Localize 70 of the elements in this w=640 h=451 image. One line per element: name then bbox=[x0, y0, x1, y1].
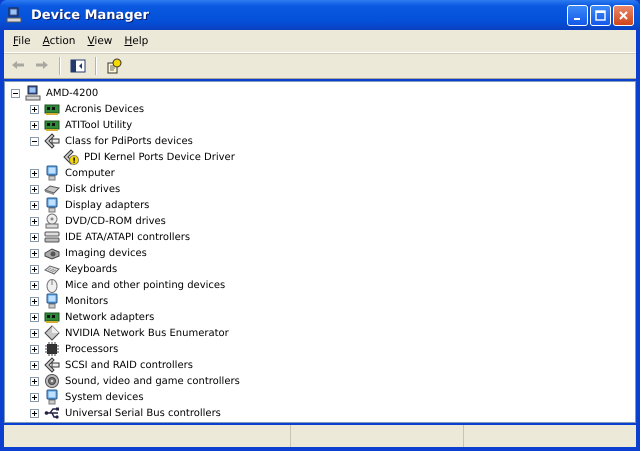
expand-toggle[interactable] bbox=[30, 360, 39, 370]
minimize-button[interactable] bbox=[567, 4, 588, 26]
speaker-icon bbox=[44, 373, 60, 389]
usb-icon bbox=[44, 405, 60, 421]
connector-icon bbox=[44, 133, 60, 149]
menu-item[interactable]: Action bbox=[36, 33, 82, 49]
tree-item[interactable]: Computer bbox=[64, 166, 116, 180]
computer-icon bbox=[6, 7, 22, 23]
tree-item[interactable]: Class for PdiPorts devices bbox=[64, 134, 194, 148]
tree-item[interactable]: Network adapters bbox=[64, 310, 156, 324]
tree-item[interactable]: Monitors bbox=[64, 294, 110, 308]
tree-item[interactable]: AMD-4200 bbox=[45, 86, 100, 100]
close-button[interactable] bbox=[613, 4, 634, 26]
monitor-icon bbox=[44, 389, 60, 405]
collapse-toggle[interactable] bbox=[11, 88, 20, 98]
maximize-icon bbox=[594, 8, 607, 22]
expand-toggle[interactable] bbox=[30, 248, 39, 258]
menu-item[interactable]: View bbox=[81, 33, 118, 49]
tree-item[interactable]: System devices bbox=[64, 390, 145, 404]
expand-toggle[interactable] bbox=[30, 120, 39, 130]
window-title: Device Manager bbox=[31, 8, 149, 22]
menu-item[interactable]: File bbox=[7, 33, 37, 49]
tree-item[interactable]: DVD/CD-ROM drives bbox=[64, 214, 167, 228]
tree-item[interactable]: Disk drives bbox=[64, 182, 122, 196]
tree-item[interactable]: Mice and other pointing devices bbox=[64, 278, 226, 292]
expand-toggle[interactable] bbox=[30, 408, 39, 418]
drive-icon bbox=[44, 229, 60, 245]
monitor-icon bbox=[44, 293, 60, 309]
expand-toggle[interactable] bbox=[30, 296, 39, 306]
monitor-icon bbox=[44, 197, 60, 213]
collapse-toggle[interactable] bbox=[30, 136, 39, 146]
diamond-icon bbox=[44, 325, 60, 341]
disc-icon bbox=[44, 213, 60, 229]
tree-item[interactable]: Acronis Devices bbox=[64, 102, 146, 116]
expand-toggle[interactable] bbox=[30, 392, 39, 402]
minimize-icon bbox=[574, 18, 580, 20]
expand-toggle[interactable] bbox=[30, 280, 39, 290]
panel-icon bbox=[70, 58, 86, 74]
tree-item[interactable]: SCSI and RAID controllers bbox=[64, 358, 194, 372]
tree-item[interactable]: Universal Serial Bus controllers bbox=[64, 406, 222, 420]
computer-icon bbox=[25, 85, 41, 101]
monitor-icon bbox=[44, 165, 60, 181]
expand-toggle[interactable] bbox=[30, 312, 39, 322]
tree-item[interactable]: Keyboards bbox=[64, 262, 118, 276]
mouse-icon bbox=[44, 277, 60, 293]
expand-toggle[interactable] bbox=[30, 168, 39, 178]
tree-item[interactable]: IDE ATA/ATAPI controllers bbox=[64, 230, 192, 244]
connector-icon bbox=[44, 357, 60, 373]
close-icon bbox=[617, 8, 630, 22]
expand-toggle[interactable] bbox=[30, 184, 39, 194]
expand-toggle[interactable] bbox=[30, 344, 39, 354]
tree-item[interactable]: NVIDIA Network Bus Enumerator bbox=[64, 326, 230, 340]
tree-item[interactable]: Display adapters bbox=[64, 198, 150, 212]
tree-item[interactable]: Processors bbox=[64, 342, 120, 356]
expand-toggle[interactable] bbox=[30, 200, 39, 210]
chip-icon bbox=[44, 341, 60, 357]
expand-toggle[interactable] bbox=[30, 232, 39, 242]
expand-toggle[interactable] bbox=[30, 376, 39, 386]
tree-item[interactable]: Sound, video and game controllers bbox=[64, 374, 241, 388]
expand-toggle[interactable] bbox=[30, 264, 39, 274]
help-icon bbox=[106, 58, 122, 74]
expand-toggle[interactable] bbox=[30, 328, 39, 338]
expand-toggle[interactable] bbox=[30, 216, 39, 226]
expand-toggle[interactable] bbox=[30, 104, 39, 114]
tree-item[interactable]: ATITool Utility bbox=[64, 118, 134, 132]
maximize-button[interactable] bbox=[590, 4, 611, 26]
menu-item[interactable]: Help bbox=[118, 33, 154, 49]
warning-icon bbox=[63, 149, 79, 165]
tree-item[interactable]: Imaging devices bbox=[64, 246, 148, 260]
tree-item[interactable]: PDI Kernel Ports Device Driver bbox=[83, 150, 236, 164]
